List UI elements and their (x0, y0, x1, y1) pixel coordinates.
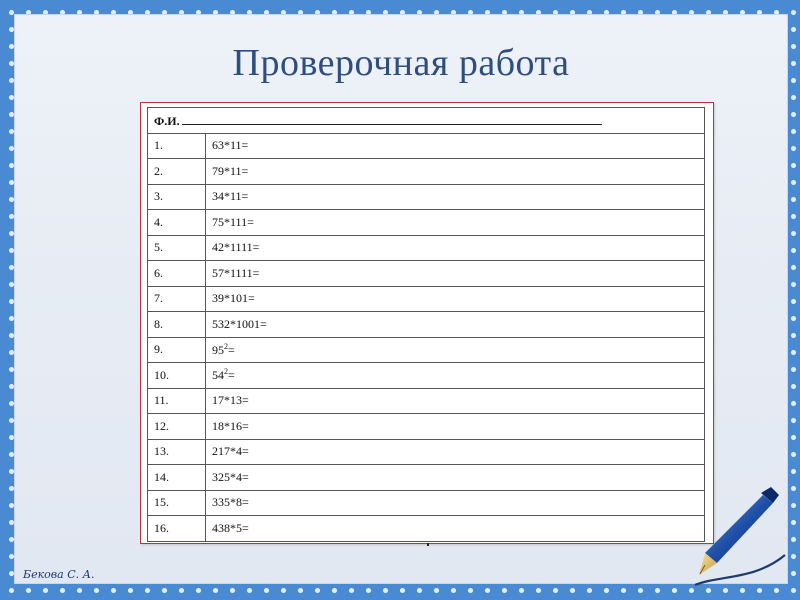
task-equals: = (228, 368, 235, 383)
table-row: 6. 57*1111= (147, 260, 705, 287)
task-expression: 438*5= (205, 515, 705, 542)
task-expression: 542= (205, 362, 705, 389)
task-number: 5. (147, 234, 206, 261)
task-number: 13. (147, 438, 206, 465)
table-row: 15. 335*8= (147, 489, 705, 516)
table-row: 8. 532*1001= (147, 311, 705, 338)
task-expression: 217*4= (205, 438, 705, 465)
task-base: 54 (212, 368, 224, 383)
task-number: 15. (147, 489, 206, 516)
table-row: 1. 63*11= (147, 132, 705, 159)
task-number: 10. (147, 362, 206, 389)
fountain-pen-icon (694, 487, 786, 587)
task-expression: 75*111= (205, 209, 705, 236)
task-expression: 79*11= (205, 158, 705, 185)
task-expression: 18*16= (205, 413, 705, 440)
task-expression: 63*11= (205, 132, 705, 159)
worksheet-table: Ф.И. 1. 63*11= 2. 79*11= 3. 34*11= 4. 75*111= 5.… (147, 107, 705, 542)
table-row: 7. 39*101= (147, 285, 705, 312)
task-expression: 42*1111= (205, 234, 705, 261)
table-row: 16. 438*5= (147, 515, 705, 542)
page-mark (427, 543, 429, 546)
task-expression: 325*4= (205, 464, 705, 491)
task-number: 12. (147, 413, 206, 440)
table-row: 10. 542= (147, 362, 705, 389)
name-row: Ф.И. (147, 107, 705, 134)
task-number: 6. (147, 260, 206, 287)
table-row: 5. 42*1111= (147, 234, 705, 261)
task-expression: 39*101= (205, 285, 705, 312)
task-number: 7. (147, 285, 206, 312)
task-number: 11. (147, 387, 206, 414)
slide: Проверочная работа Ф.И. 1. 63*11= 2. 79*11=… (14, 14, 788, 587)
task-number: 14. (147, 464, 206, 491)
table-row: 12. 18*16= (147, 413, 705, 440)
table-row: 14. 325*4= (147, 464, 705, 491)
task-expression: 34*11= (205, 183, 705, 210)
table-row: 4. 75*111= (147, 209, 705, 236)
task-equals: = (228, 342, 235, 357)
task-expression: 17*13= (205, 387, 705, 414)
task-number: 2. (147, 158, 206, 185)
name-label: Ф.И. (154, 113, 180, 128)
slide-title: Проверочная работа (232, 42, 570, 84)
name-blank-line (181, 112, 602, 125)
author-signature: Бекова С. А. (23, 568, 95, 581)
task-number: 3. (147, 183, 206, 210)
table-row: 3. 34*11= (147, 183, 705, 210)
task-number: 9. (147, 336, 206, 363)
worksheet-page: Ф.И. 1. 63*11= 2. 79*11= 3. 34*11= 4. 75*111= 5.… (140, 102, 714, 546)
task-expression: 57*1111= (205, 260, 705, 287)
table-row: 11. 17*13= (147, 387, 705, 414)
task-number: 8. (147, 311, 206, 338)
name-field: Ф.И. (147, 107, 705, 134)
task-number: 1. (147, 132, 206, 159)
task-expression: 335*8= (205, 489, 705, 516)
task-base: 95 (212, 342, 224, 357)
task-expression: 952= (205, 336, 705, 363)
task-number: 16. (147, 515, 206, 542)
task-expression: 532*1001= (205, 311, 705, 338)
task-number: 4. (147, 209, 206, 236)
table-row: 13. 217*4= (147, 438, 705, 465)
table-row: 2. 79*11= (147, 158, 705, 185)
table-row: 9. 952= (147, 336, 705, 363)
